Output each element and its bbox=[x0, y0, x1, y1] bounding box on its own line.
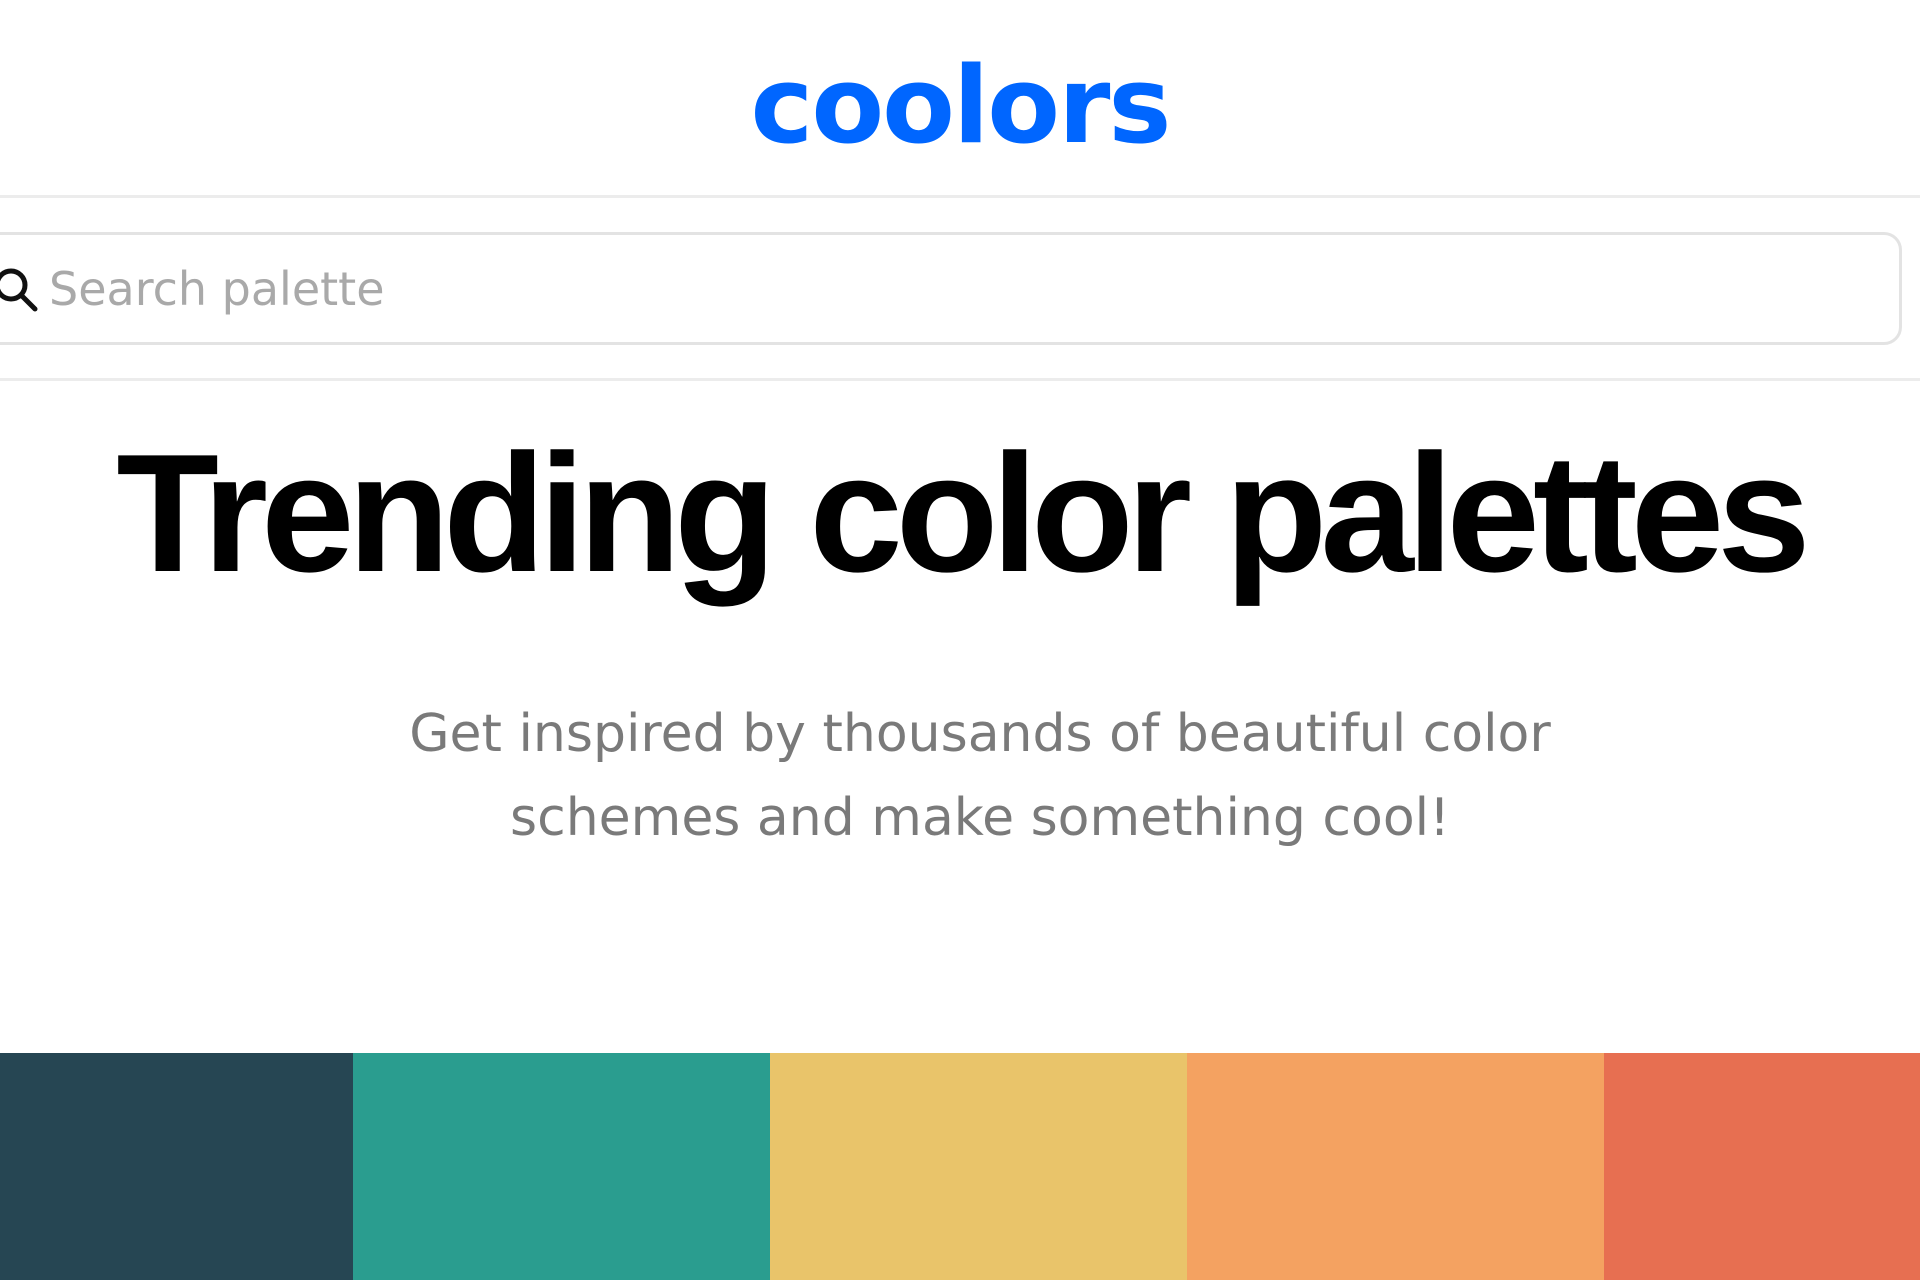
header-divider bbox=[0, 195, 1920, 198]
page-title: Trending color palettes bbox=[116, 419, 1810, 607]
palette-swatch[interactable] bbox=[1604, 1053, 1920, 1280]
search-divider bbox=[0, 378, 1920, 381]
search-input[interactable] bbox=[49, 253, 1749, 325]
palette-swatch[interactable] bbox=[353, 1053, 770, 1280]
site-header: coolors bbox=[0, 0, 1920, 196]
page-subtitle: Get inspired by thousands of beautiful c… bbox=[409, 704, 1551, 848]
coolors-logo[interactable]: coolors bbox=[0, 46, 1920, 166]
search-bar[interactable] bbox=[0, 232, 1902, 345]
search-icon bbox=[0, 265, 41, 315]
palette-swatch[interactable] bbox=[0, 1053, 353, 1280]
palette-swatch[interactable] bbox=[1187, 1053, 1604, 1280]
palette-strip bbox=[0, 1053, 1920, 1280]
palette-swatch[interactable] bbox=[770, 1053, 1187, 1280]
page: coolors Trending color palettes Get insp… bbox=[0, 0, 1920, 1280]
